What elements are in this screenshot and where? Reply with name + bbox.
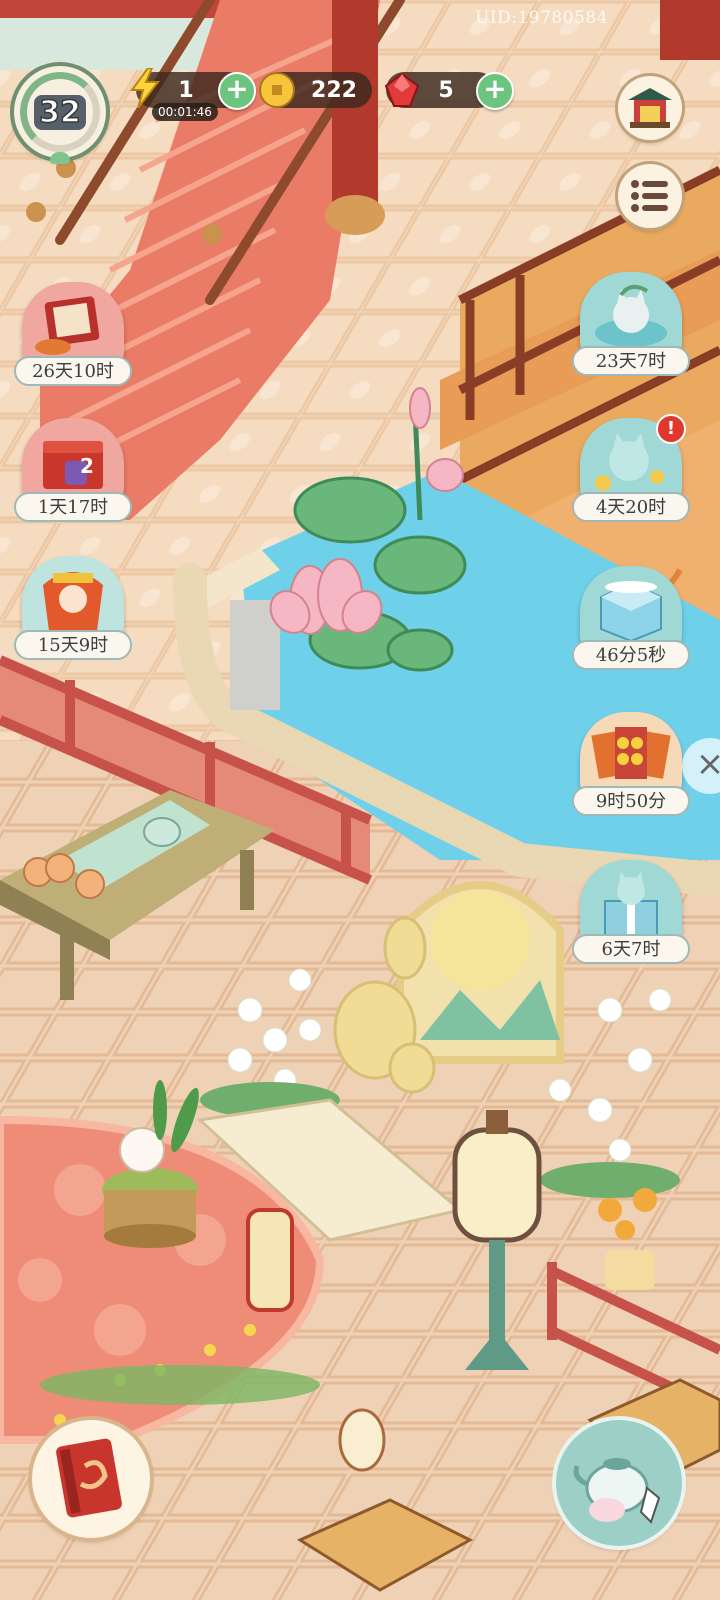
menu-button[interactable] (618, 164, 682, 228)
tea-house-button[interactable] (556, 1420, 682, 1546)
scroll-festival-event[interactable]: 26天10时 (14, 282, 132, 386)
event-timer: 15天9时 (14, 630, 132, 660)
event-timer: 6天7时 (572, 934, 690, 964)
coin-icon (259, 72, 295, 108)
teapot-icon (573, 1458, 661, 1524)
lightning-icon (130, 68, 161, 108)
coin-counter: 222 (259, 72, 372, 108)
shop-button[interactable] (618, 76, 682, 140)
energy-value: 1 (178, 77, 194, 103)
player-level-badge[interactable]: 32 (14, 66, 106, 164)
recipe-book-button[interactable] (32, 1420, 150, 1538)
event-timer: 46分5秒 (572, 640, 690, 670)
event-timer: 26天10时 (14, 356, 132, 386)
ice-block-event[interactable]: 46分5秒 (572, 566, 690, 670)
player-level: 32 (34, 94, 86, 130)
scroll-book-icon (35, 296, 100, 355)
gift-level-number: 2 (80, 454, 94, 478)
red-gem-icon (384, 72, 420, 107)
gem-value: 5 (438, 77, 454, 103)
gift-box-event[interactable]: 2 1天17时 (14, 418, 132, 522)
bride-icon (43, 572, 103, 631)
pavilion-shop-icon (628, 88, 672, 128)
event-timer: 23天7时 (572, 346, 690, 376)
add-energy-button[interactable]: + (218, 72, 256, 110)
moon-cat-event[interactable]: ! 4天20时 (572, 414, 690, 522)
gift-chest-icon (43, 441, 103, 489)
event-timer: 1天17时 (14, 492, 132, 522)
cat-in-bath-icon (595, 284, 667, 347)
red-book-icon (56, 1438, 122, 1518)
event-timer: 9时50分 (572, 786, 690, 816)
player-uid: UID:19780584 (475, 8, 608, 28)
gift-cat-event[interactable]: 6天7时 (572, 860, 690, 964)
energy-refill-timer: 00:01:46 (152, 103, 218, 121)
autumn-bride-event[interactable]: 15天9时 (14, 556, 132, 660)
event-timer: 4天20时 (572, 492, 690, 522)
list-menu-icon (631, 180, 668, 212)
coin-cards-icon (591, 727, 671, 779)
event-alert-badge: ! (656, 414, 686, 444)
leaf-icon (50, 152, 70, 164)
cat-on-gift-icon (604, 871, 658, 936)
coin-cards-event[interactable]: 9时50分 (572, 712, 690, 816)
coin-value: 222 (311, 77, 357, 103)
ice-cube-icon (600, 581, 662, 643)
game-scene[interactable]: UID:19780584 32 1 + 00:01:46 222 5 + 26天… (0, 0, 720, 1600)
add-gems-button[interactable]: + (476, 72, 514, 110)
bath-cat-event[interactable]: 23天7时 (572, 272, 690, 376)
